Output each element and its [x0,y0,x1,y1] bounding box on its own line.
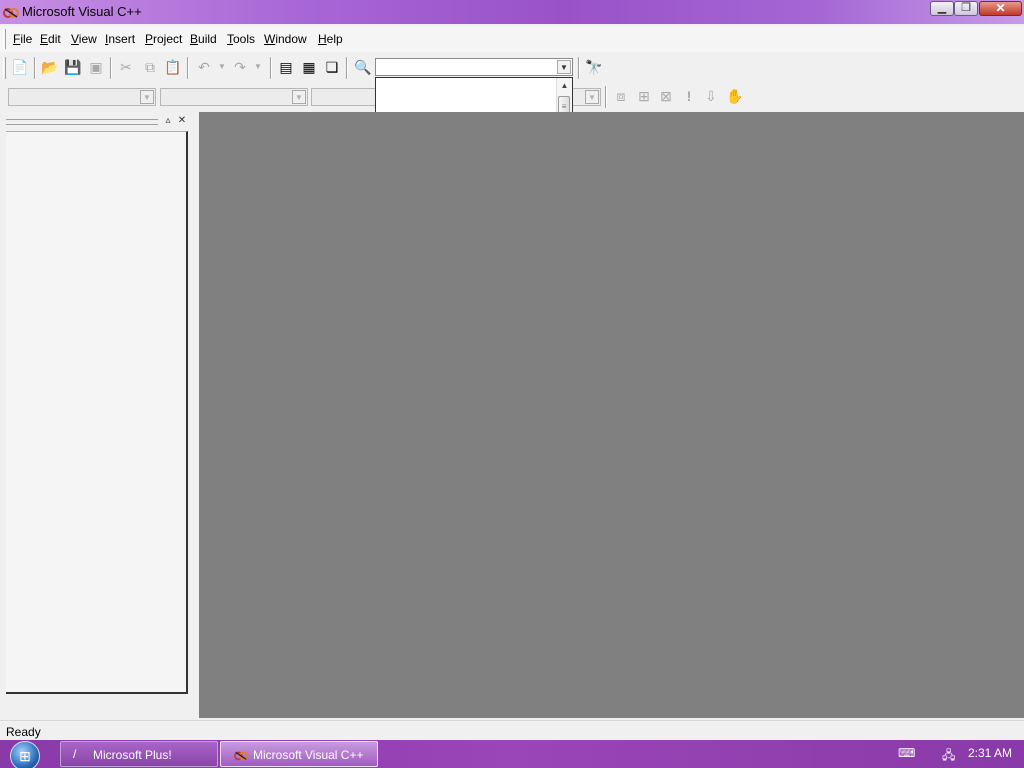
taskbar-button-label: Microsoft Visual C++ [253,748,364,762]
window-list-icon[interactable]: ❏ [321,56,343,78]
go-icon[interactable]: ⇩ [700,85,722,107]
maximize-pane-icon[interactable]: ▵ [162,115,174,127]
filter-combo[interactable]: ▼ [160,88,308,106]
windows-logo-icon: ⊞ [19,748,31,764]
keyboard-icon[interactable]: ⌨ [898,746,915,760]
toolbar-separator [346,57,348,79]
taskbar-button-visual-cpp[interactable]: Microsoft Visual C++ [220,741,378,767]
new-text-file-icon[interactable]: 📄 [9,56,31,78]
cut-icon[interactable]: ✂ [115,56,137,78]
menu-file-label: ile [20,32,33,46]
chevron-down-icon[interactable]: ▼ [585,90,599,104]
menu-view-label: iew [78,32,97,46]
stop-build-icon[interactable]: ⊠ [655,85,677,107]
toolbar-separator [187,57,189,79]
menu-edit-label: dit [48,32,61,46]
menu-insert[interactable]: Insert [105,32,135,46]
menu-tools-label: ools [233,32,256,46]
workspace-view[interactable] [6,131,188,694]
open-icon[interactable]: 📂 [39,56,61,78]
workspace-icon[interactable]: ▤ [275,56,297,78]
build-icon[interactable]: ⊞ [633,85,655,107]
save-all-icon[interactable]: ▣ [85,56,107,78]
window-title: Microsoft Visual C++ [22,4,142,19]
menu-project-label: roject [153,32,183,46]
menu-window[interactable]: Window [264,32,307,46]
class-combo[interactable]: ▼ [8,88,156,106]
title-bar[interactable]: Microsoft Visual C++ ▁ ❐ ✕ [0,0,1024,24]
toolbar-separator [578,57,580,79]
taskbar-button-microsoft-plus[interactable]: / Microsoft Plus! [60,741,218,767]
network-icon[interactable]: 🖧 [942,746,955,767]
microsoft-plus-icon: / [73,747,77,761]
menu-build[interactable]: Build [190,32,217,46]
menu-insert-label: nsert [108,32,136,46]
close-pane-icon[interactable]: ✕ [176,115,188,127]
visual-cpp-icon [3,8,19,18]
redo-dropdown-icon[interactable]: ▼ [247,56,269,78]
close-button[interactable]: ✕ [979,1,1022,16]
toolbar-separator [34,57,36,79]
insert-remove-breakpoint-icon[interactable]: ✋ [724,85,746,107]
menu-file[interactable]: File [13,32,32,46]
menu-help-label: elp [326,32,343,46]
taskbar-button-label: Microsoft Plus! [93,748,172,762]
mdi-client-area[interactable] [199,112,1024,718]
find-in-files-icon[interactable]: 🔍 [352,56,374,78]
menu-edit-accel: E [40,32,49,46]
menu-help-accel: H [318,32,327,46]
menu-build-accel: B [190,32,199,46]
clock[interactable]: 2:31 AM [968,746,1012,760]
chevron-down-icon[interactable]: ▼ [557,60,571,74]
toolbar-grip[interactable] [3,57,6,79]
visual-cpp-icon [234,751,248,761]
chevron-down-icon[interactable]: ▼ [292,90,306,104]
menu-bar: File Edit View Insert Project Build Tool… [0,26,1024,52]
workspace-pane-grip[interactable] [6,119,158,125]
menu-edit[interactable]: Edit [40,32,61,46]
scroll-up-icon[interactable]: ▲ [557,79,572,93]
close-icon: ✕ [995,1,1006,15]
taskbar: ⊞ / Microsoft Plus! Microsoft Visual C++… [0,740,1024,768]
save-icon[interactable]: 💾 [62,56,84,78]
copy-icon[interactable]: ⧉ [139,56,161,78]
compile-icon[interactable]: ⧈ [610,85,632,107]
menu-help[interactable]: Help [318,32,343,46]
toolbar-separator [110,57,112,79]
menubar-grip[interactable] [3,29,6,49]
chevron-down-icon[interactable]: ▼ [140,90,154,104]
restore-icon: ❐ [961,2,971,14]
restore-button[interactable]: ❐ [954,1,978,16]
find-icon[interactable]: 🔭 [583,56,605,78]
menu-view[interactable]: View [71,32,97,46]
minimize-button[interactable]: ▁ [930,1,954,16]
execute-icon[interactable]: ! [678,85,700,107]
menu-window-accel: W [264,32,276,46]
status-bar: Ready [0,720,1024,740]
output-icon[interactable]: ▦ [298,56,320,78]
start-button[interactable]: ⊞ [10,741,40,768]
menu-build-label: uild [198,32,217,46]
find-combo[interactable]: ▼ [375,58,573,76]
menu-project-accel: P [145,32,154,46]
workspace-pane: ▵ ✕ [0,112,198,718]
minimize-icon: ▁ [937,2,947,14]
menu-view-accel: V [71,32,79,46]
menu-window-label: indow [275,32,307,46]
menu-project[interactable]: Project [145,32,182,46]
paste-icon[interactable]: 📋 [162,56,184,78]
toolbar-separator [270,57,272,79]
toolbar-separator [605,86,607,108]
menu-tools[interactable]: Tools [227,32,255,46]
status-text: Ready [6,725,41,739]
